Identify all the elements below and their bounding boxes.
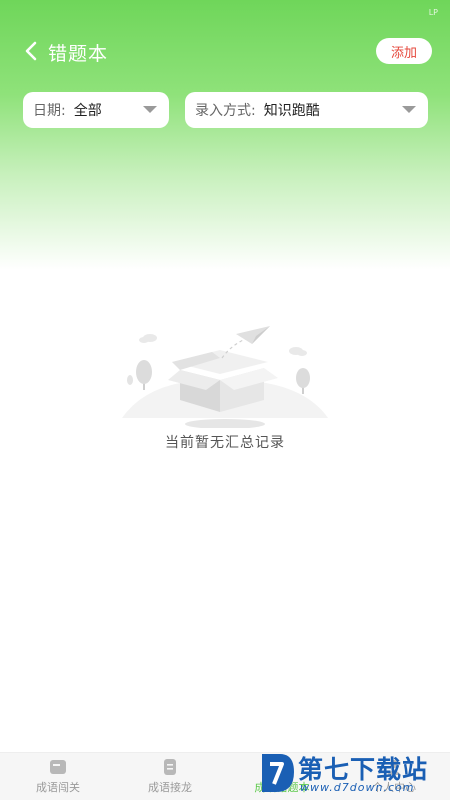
app-header: 错题本 添加: [0, 34, 450, 68]
tab-label: 成语闯关: [36, 781, 80, 794]
caret-down-icon: [402, 106, 416, 113]
back-button[interactable]: [18, 38, 44, 64]
filter-bar: 日期: 全部 录入方式: 知识跑酷: [23, 92, 428, 128]
watermark-url: www.d7down.com: [300, 781, 415, 794]
empty-box-illustration: [122, 326, 328, 428]
page-title: 错题本: [48, 43, 109, 65]
date-filter-value: 全部: [73, 103, 102, 119]
add-button[interactable]: 添加: [376, 38, 432, 64]
chevron-left-icon: [25, 41, 37, 61]
empty-state: 当前暂无汇总记录: [110, 318, 340, 458]
empty-state-message: 当前暂无汇总记录: [165, 435, 285, 451]
entry-mode-filter-value: 知识跑酷: [263, 103, 320, 119]
tab-label: 成语接龙: [148, 781, 192, 794]
date-filter-dropdown[interactable]: 日期: 全部: [23, 92, 169, 128]
status-mark: LP: [428, 8, 438, 17]
card-icon: [50, 760, 66, 774]
entry-mode-filter-label: 录入方式:: [195, 103, 256, 119]
document-icon: [164, 759, 176, 775]
caret-down-icon: [143, 106, 157, 113]
date-filter-label: 日期:: [33, 103, 66, 119]
d7-logo-icon: [262, 754, 294, 792]
entry-mode-filter-dropdown[interactable]: 录入方式: 知识跑酷: [185, 92, 428, 128]
tab-idiom-challenge[interactable]: 成语闯关: [2, 753, 114, 800]
site-watermark: 第七下载站 www.d7down.com: [258, 748, 448, 800]
tab-idiom-chain[interactable]: 成语接龙: [114, 753, 226, 800]
